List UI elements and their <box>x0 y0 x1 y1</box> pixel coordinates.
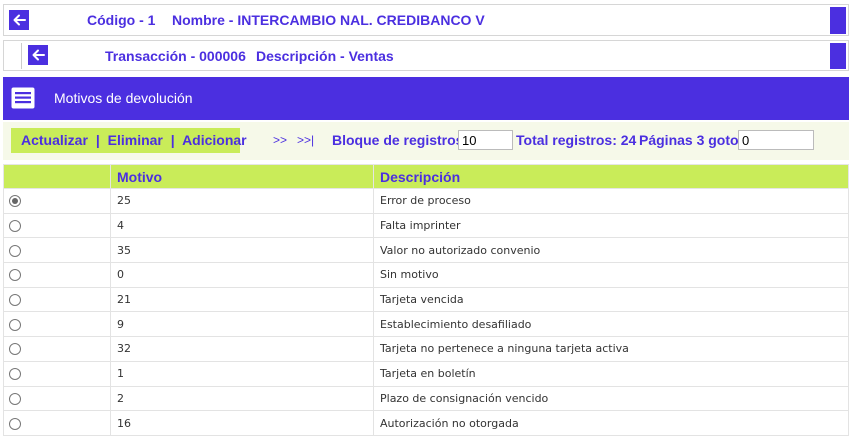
motivo-cell: 21 <box>110 286 374 313</box>
motivo-cell: 25 <box>110 188 374 214</box>
motivo-cell: 2 <box>110 385 374 412</box>
last-page-button[interactable]: >>| <box>297 133 314 147</box>
row-radio[interactable] <box>9 269 21 282</box>
list-document-icon <box>11 87 35 109</box>
row-radio[interactable] <box>9 244 21 257</box>
back-button-transaccion[interactable] <box>28 45 48 65</box>
descripcion-cell: Error de proceso <box>373 188 849 214</box>
row-radio[interactable] <box>9 368 21 381</box>
separator: | <box>95 132 100 148</box>
select-cell <box>3 237 111 264</box>
row-radio[interactable] <box>9 417 21 430</box>
row-radio[interactable] <box>9 195 21 208</box>
motivo-cell: 16 <box>110 410 374 436</box>
row-radio[interactable] <box>9 220 21 233</box>
motivos-table: Motivo Descripción 25 Error de proceso 4 Fa… <box>3 164 849 436</box>
nombre-label: Nombre - INTERCAMBIO NAL. CREDIBANCO V <box>172 12 485 28</box>
row-radio[interactable] <box>9 318 21 331</box>
paginas-label: Páginas 3 goto: <box>639 132 744 148</box>
select-cell <box>3 311 111 338</box>
motivo-cell: 9 <box>110 311 374 338</box>
actualizar-link[interactable]: Actualizar <box>21 132 88 148</box>
header-bar-codigo: Código - 1 Nombre - INTERCAMBIO NAL. CRE… <box>3 4 849 36</box>
select-cell <box>3 336 111 362</box>
descripcion-cell: Valor no autorizado convenio <box>373 237 849 264</box>
table-row[interactable]: 32 Tarjeta no pertenece a ninguna tarjeta… <box>3 336 849 362</box>
select-cell <box>3 410 111 436</box>
select-cell <box>3 385 111 412</box>
header-edge-accent <box>830 43 846 69</box>
goto-input[interactable] <box>738 130 814 150</box>
actions-bar: Actualizar | Eliminar | Adicionar <box>11 128 247 153</box>
motivo-cell: 0 <box>110 262 374 288</box>
row-radio[interactable] <box>9 294 21 307</box>
motivo-cell: 35 <box>110 237 374 264</box>
select-cell <box>3 212 111 239</box>
descripcion-cell: Establecimiento desafiliado <box>373 311 849 338</box>
select-cell <box>3 262 111 288</box>
toolbar: Actualizar | Eliminar | Adicionar >> >>| … <box>3 122 849 160</box>
descripcion-cell: Tarjeta vencida <box>373 286 849 313</box>
eliminar-link[interactable]: Eliminar <box>108 132 163 148</box>
motivo-cell: 32 <box>110 336 374 362</box>
descripcion-cell: Autorización no otorgada <box>373 410 849 436</box>
column-header-motivo[interactable]: Motivo <box>110 164 374 189</box>
table-row[interactable]: 9 Establecimiento desafiliado <box>3 311 849 338</box>
descripcion-cell: Tarjeta en boletín <box>373 360 849 387</box>
codigo-label: Código - 1 <box>87 12 156 28</box>
motivo-cell: 4 <box>110 212 374 239</box>
arrow-left-icon <box>13 14 26 26</box>
table-row[interactable]: 35 Valor no autorizado convenio <box>3 237 849 264</box>
table-row[interactable]: 21 Tarjeta vencida <box>3 286 849 313</box>
table-header-row: Motivo Descripción <box>3 164 849 189</box>
select-cell <box>3 286 111 313</box>
table-row[interactable]: 1 Tarjeta en boletín <box>3 360 849 387</box>
row-radio[interactable] <box>9 343 21 356</box>
panel-title-band: Motivos de devolución <box>3 77 849 120</box>
header-bar-transaccion: Transacción - 000006 Descripción - Venta… <box>3 40 849 71</box>
column-header-descripcion[interactable]: Descripción <box>373 164 849 189</box>
bloque-label: Bloque de registros: <box>332 132 469 148</box>
panel-title: Motivos de devolución <box>54 90 193 106</box>
header-edge-accent <box>830 7 846 34</box>
descripcion-cell: Plazo de consignación vencido <box>373 385 849 412</box>
descripcion-cell: Falta imprinter <box>373 212 849 239</box>
total-registros-label: Total registros: 24 <box>516 132 637 148</box>
transaccion-label: Transacción - 000006 <box>105 48 246 64</box>
separator: | <box>170 132 175 148</box>
motivo-cell: 1 <box>110 360 374 387</box>
pagination-nav: >> >>| <box>273 133 324 147</box>
table-row[interactable]: 4 Falta imprinter <box>3 212 849 239</box>
next-page-button[interactable]: >> <box>273 133 287 147</box>
table-row[interactable]: 16 Autorización no otorgada <box>3 410 849 436</box>
select-cell <box>3 188 111 214</box>
bloque-input[interactable] <box>458 130 513 150</box>
table-row[interactable]: 2 Plazo de consignación vencido <box>3 385 849 412</box>
column-header-select <box>3 164 111 189</box>
descripcion-label: Descripción - Ventas <box>256 48 394 64</box>
select-cell <box>3 360 111 387</box>
arrow-left-icon <box>32 49 45 61</box>
back-button[interactable] <box>9 10 29 30</box>
table-row[interactable]: 0 Sin motivo <box>3 262 849 288</box>
adicionar-link[interactable]: Adicionar <box>182 132 247 148</box>
descripcion-cell: Tarjeta no pertenece a ninguna tarjeta a… <box>373 336 849 362</box>
table-row[interactable]: 25 Error de proceso <box>3 188 849 214</box>
row-radio[interactable] <box>9 392 21 405</box>
row-selector <box>8 43 22 69</box>
descripcion-cell: Sin motivo <box>373 262 849 288</box>
